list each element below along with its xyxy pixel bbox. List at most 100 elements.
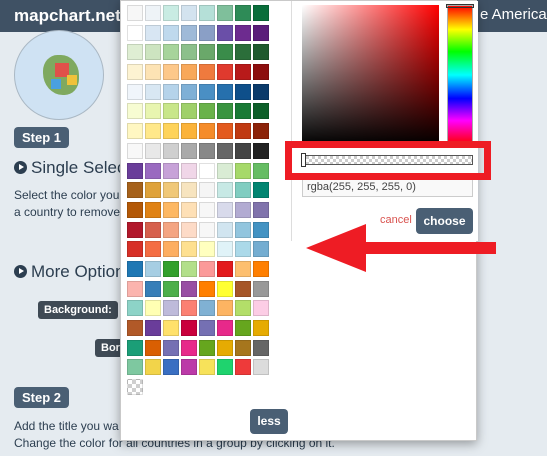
color-swatch[interactable]: [127, 123, 143, 140]
map-thumbnail[interactable]: [14, 30, 104, 120]
color-swatch[interactable]: [127, 64, 143, 81]
color-swatch[interactable]: [199, 123, 215, 140]
color-swatch[interactable]: [163, 201, 179, 218]
color-swatch[interactable]: [253, 182, 269, 199]
color-swatch[interactable]: [127, 5, 143, 21]
color-swatch[interactable]: [181, 201, 197, 218]
rgba-input[interactable]: rgba(255, 255, 255, 0): [302, 177, 473, 197]
color-swatch[interactable]: [127, 280, 143, 297]
color-swatch[interactable]: [181, 359, 197, 376]
color-swatch[interactable]: [235, 320, 251, 336]
color-swatch[interactable]: [217, 24, 233, 41]
color-swatch[interactable]: [163, 241, 179, 258]
color-swatch[interactable]: [235, 359, 251, 376]
color-swatch[interactable]: [145, 142, 161, 159]
color-swatch[interactable]: [145, 300, 161, 317]
color-swatch[interactable]: [235, 300, 251, 317]
color-swatch[interactable]: [199, 44, 215, 61]
color-swatch[interactable]: [235, 24, 251, 41]
color-swatch[interactable]: [253, 260, 269, 277]
color-swatch[interactable]: [163, 280, 179, 297]
color-swatch[interactable]: [217, 64, 233, 81]
color-swatch[interactable]: [181, 241, 197, 258]
color-swatch[interactable]: [181, 123, 197, 140]
color-swatch[interactable]: [127, 339, 143, 356]
color-swatch[interactable]: [217, 123, 233, 140]
color-swatch[interactable]: [235, 44, 251, 61]
color-swatch[interactable]: [127, 44, 143, 61]
color-swatch[interactable]: [199, 300, 215, 317]
single-select-heading[interactable]: Single Select: [14, 158, 130, 178]
color-swatch[interactable]: [199, 260, 215, 277]
color-swatch[interactable]: [145, 280, 161, 297]
color-swatch[interactable]: [235, 83, 251, 100]
color-swatch[interactable]: [127, 182, 143, 199]
color-swatch[interactable]: [145, 182, 161, 199]
color-swatch[interactable]: [181, 280, 197, 297]
color-swatch[interactable]: [217, 359, 233, 376]
color-swatch[interactable]: [253, 142, 269, 159]
color-swatch[interactable]: [145, 162, 161, 179]
color-swatch[interactable]: [127, 162, 143, 179]
color-swatch[interactable]: [181, 64, 197, 81]
color-swatch[interactable]: [199, 241, 215, 258]
color-swatch[interactable]: [217, 221, 233, 238]
color-swatch[interactable]: [235, 5, 251, 21]
color-swatch[interactable]: [145, 5, 161, 21]
color-swatch[interactable]: [181, 83, 197, 100]
color-swatch[interactable]: [253, 241, 269, 258]
color-swatch[interactable]: [217, 83, 233, 100]
color-swatch[interactable]: [199, 64, 215, 81]
color-swatch[interactable]: [253, 5, 269, 21]
color-swatch[interactable]: [253, 280, 269, 297]
color-swatch[interactable]: [145, 260, 161, 277]
color-swatch[interactable]: [199, 339, 215, 356]
color-swatch[interactable]: [199, 24, 215, 41]
color-swatch[interactable]: [181, 182, 197, 199]
color-swatch[interactable]: [145, 201, 161, 218]
color-swatch[interactable]: [181, 103, 197, 120]
color-swatch[interactable]: [127, 142, 143, 159]
color-swatch[interactable]: [127, 241, 143, 258]
color-swatch[interactable]: [163, 221, 179, 238]
color-swatch[interactable]: [235, 103, 251, 120]
color-swatch[interactable]: [217, 103, 233, 120]
color-swatch[interactable]: [253, 359, 269, 376]
saturation-value-area[interactable]: [302, 5, 439, 145]
color-swatch[interactable]: [145, 44, 161, 61]
color-swatch[interactable]: [235, 260, 251, 277]
color-swatch[interactable]: [235, 280, 251, 297]
color-swatch[interactable]: [217, 260, 233, 277]
color-swatch[interactable]: [163, 5, 179, 21]
color-swatch[interactable]: [253, 162, 269, 179]
color-swatch[interactable]: [199, 5, 215, 21]
color-swatch[interactable]: [235, 64, 251, 81]
color-swatch[interactable]: [235, 241, 251, 258]
color-swatch[interactable]: [217, 300, 233, 317]
color-swatch[interactable]: [253, 300, 269, 317]
color-swatch[interactable]: [127, 201, 143, 218]
color-swatch[interactable]: [253, 123, 269, 140]
color-swatch[interactable]: [199, 182, 215, 199]
color-swatch[interactable]: [217, 142, 233, 159]
color-swatch[interactable]: [199, 103, 215, 120]
color-swatch[interactable]: [163, 339, 179, 356]
color-swatch[interactable]: [181, 142, 197, 159]
color-swatch[interactable]: [127, 24, 143, 41]
color-swatch[interactable]: [163, 320, 179, 336]
color-swatch[interactable]: [163, 142, 179, 159]
color-swatch[interactable]: [163, 83, 179, 100]
color-swatch[interactable]: [127, 83, 143, 100]
color-swatch[interactable]: [163, 260, 179, 277]
color-swatch[interactable]: [253, 24, 269, 41]
less-button[interactable]: less: [250, 409, 288, 434]
color-swatch[interactable]: [253, 103, 269, 120]
color-swatch[interactable]: [145, 123, 161, 140]
color-swatch[interactable]: [253, 320, 269, 336]
color-swatch[interactable]: [163, 359, 179, 376]
color-swatch[interactable]: [127, 379, 143, 396]
color-swatch[interactable]: [181, 24, 197, 41]
color-swatch[interactable]: [217, 44, 233, 61]
brand-logo[interactable]: mapchart.net: [14, 6, 121, 26]
color-swatch[interactable]: [199, 320, 215, 336]
